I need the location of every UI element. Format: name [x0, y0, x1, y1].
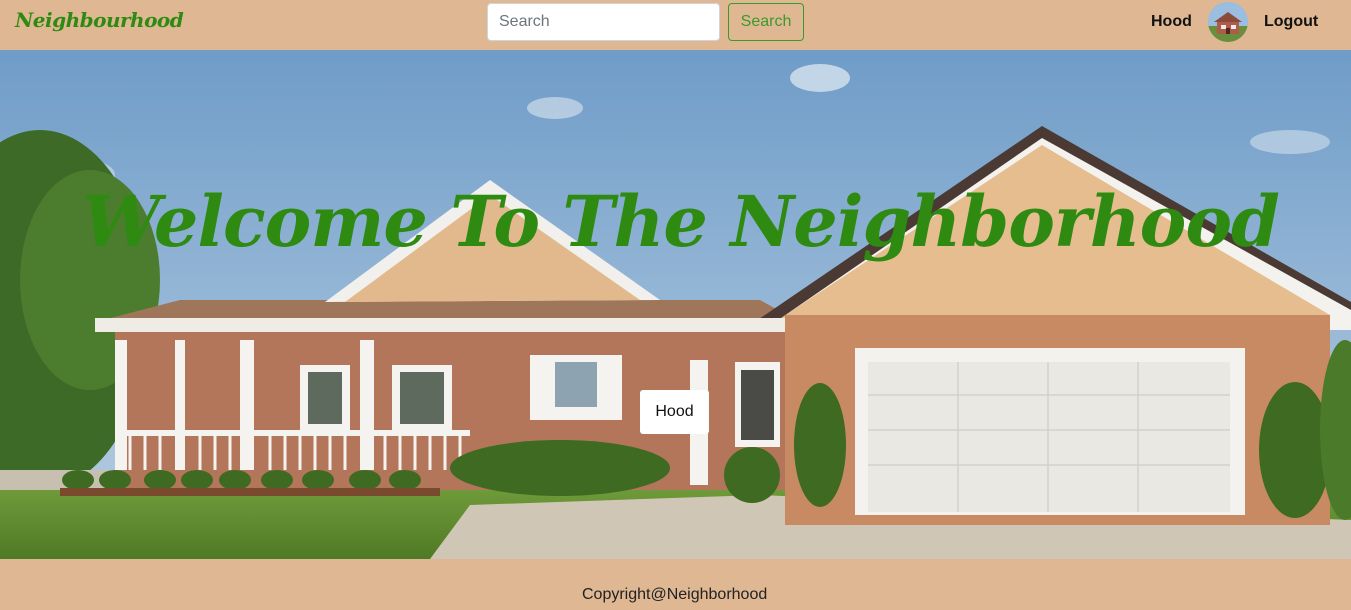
footer: Copyright@Neighborhood: [0, 559, 1351, 610]
nav-link-logout[interactable]: Logout: [1264, 13, 1318, 31]
search-input[interactable]: [487, 3, 720, 41]
avatar[interactable]: [1208, 2, 1248, 42]
copyright-text: Copyright@Neighborhood: [582, 586, 768, 603]
hero-hood-button[interactable]: Hood: [640, 390, 709, 434]
search-button[interactable]: Search: [728, 3, 804, 41]
hero-background-house-image: [0, 50, 1351, 559]
navbar: Neighbourhood Search Hood Logout: [0, 0, 1351, 50]
hero-title: Welcome To The Neighborhood: [81, 180, 1280, 263]
avatar-house-image: [1208, 2, 1248, 42]
hero-section: Welcome To The Neighborhood Hood: [0, 50, 1351, 559]
brand-logo-link[interactable]: Neighbourhood: [15, 8, 184, 32]
nav-link-hood[interactable]: Hood: [1151, 13, 1192, 31]
